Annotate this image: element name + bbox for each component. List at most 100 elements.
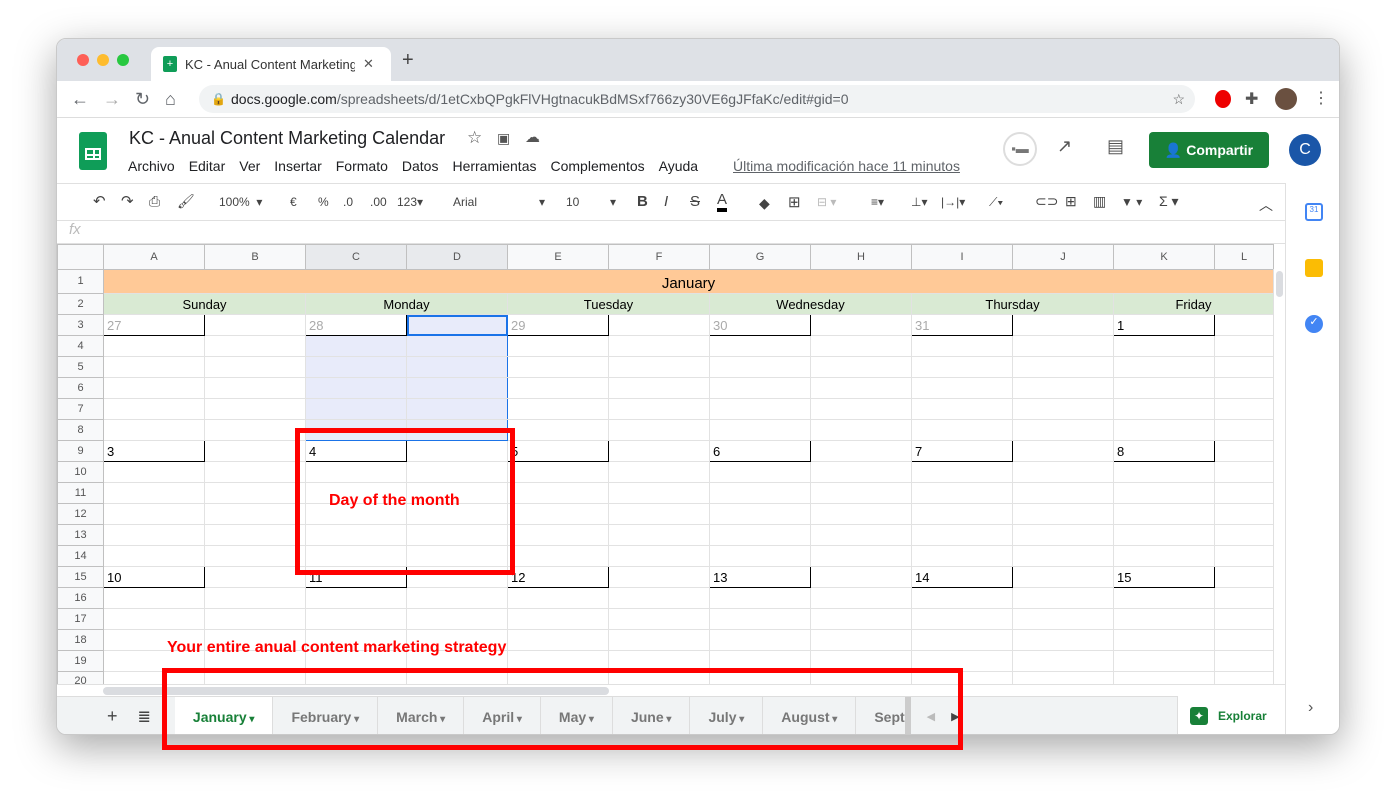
- cell[interactable]: [1214, 314, 1274, 336]
- fill-color-icon[interactable]: ◆: [759, 195, 770, 212]
- cell[interactable]: [204, 608, 306, 630]
- cell[interactable]: [103, 335, 205, 357]
- cell[interactable]: [204, 377, 306, 399]
- home-icon[interactable]: ⌂: [165, 89, 176, 110]
- column-header-D[interactable]: D: [406, 244, 508, 270]
- cell[interactable]: [507, 356, 609, 378]
- row-header-9[interactable]: 9: [57, 440, 104, 462]
- cell[interactable]: [103, 545, 205, 567]
- cell[interactable]: [911, 545, 1013, 567]
- row-header-11[interactable]: 11: [57, 482, 104, 504]
- cell[interactable]: [810, 629, 912, 651]
- insert-comment-icon[interactable]: ⊞: [1065, 193, 1077, 210]
- date-cell[interactable]: 15: [1113, 566, 1215, 588]
- print-icon[interactable]: ⎙: [149, 193, 160, 210]
- cell[interactable]: [911, 398, 1013, 420]
- cell[interactable]: [608, 398, 710, 420]
- row-header-10[interactable]: 10: [57, 461, 104, 483]
- date-cell[interactable]: 28: [305, 314, 407, 336]
- cell[interactable]: [305, 587, 407, 609]
- undo-icon[interactable]: ↶: [93, 192, 106, 210]
- cell[interactable]: [1113, 335, 1215, 357]
- bookmark-star-icon[interactable]: ☆: [1172, 85, 1185, 113]
- day-header-cell[interactable]: Friday: [1113, 293, 1274, 315]
- cell[interactable]: [507, 629, 609, 651]
- cell[interactable]: [810, 503, 912, 525]
- day-header-cell[interactable]: Thursday: [911, 293, 1114, 315]
- cell[interactable]: [709, 461, 811, 483]
- maximize-window-button[interactable]: [117, 54, 129, 66]
- cell[interactable]: [507, 524, 609, 546]
- back-icon[interactable]: ←: [71, 89, 89, 110]
- column-header-I[interactable]: I: [911, 244, 1013, 270]
- cell[interactable]: [507, 587, 609, 609]
- insert-link-icon[interactable]: ⊂⊃: [1035, 193, 1058, 210]
- cell[interactable]: [608, 335, 710, 357]
- row-header-8[interactable]: 8: [57, 419, 104, 441]
- menu-insertar[interactable]: Insertar: [274, 158, 321, 174]
- cell[interactable]: [1214, 629, 1274, 651]
- cell[interactable]: [1214, 503, 1274, 525]
- column-header-J[interactable]: J: [1012, 244, 1114, 270]
- cell[interactable]: [608, 461, 710, 483]
- cell[interactable]: [810, 482, 912, 504]
- date-cell[interactable]: 27: [103, 314, 205, 336]
- cell[interactable]: [406, 356, 508, 378]
- cloud-saved-icon[interactable]: ☁: [525, 128, 540, 146]
- document-title[interactable]: KC - Anual Content Marketing Calendar: [129, 128, 445, 149]
- filter-icon[interactable]: ▼ ▾: [1121, 195, 1142, 209]
- meet-present-icon[interactable]: ▪▬: [1003, 132, 1037, 166]
- cell[interactable]: [1012, 629, 1114, 651]
- cell[interactable]: [1012, 398, 1114, 420]
- cell[interactable]: [103, 377, 205, 399]
- reload-icon[interactable]: ↻: [135, 89, 150, 110]
- collapse-toolbar-icon[interactable]: ︿: [1259, 195, 1273, 215]
- cell[interactable]: [305, 356, 407, 378]
- cell[interactable]: [204, 335, 306, 357]
- cell[interactable]: [911, 503, 1013, 525]
- cell[interactable]: [608, 419, 710, 441]
- cell[interactable]: [507, 335, 609, 357]
- row-header-18[interactable]: 18: [57, 629, 104, 651]
- browser-menu-icon[interactable]: ⋮: [1313, 88, 1329, 108]
- close-window-button[interactable]: [77, 54, 89, 66]
- cell[interactable]: [507, 398, 609, 420]
- opera-extension-icon[interactable]: [1215, 90, 1231, 108]
- cell[interactable]: [810, 440, 912, 462]
- cell[interactable]: [709, 545, 811, 567]
- all-sheets-icon[interactable]: ≣: [138, 707, 151, 727]
- column-header-G[interactable]: G: [709, 244, 811, 270]
- menu-complementos[interactable]: Complementos: [550, 158, 644, 174]
- cell[interactable]: [103, 419, 205, 441]
- zoom-select[interactable]: 100% ▾: [219, 195, 262, 209]
- row-header-14[interactable]: 14: [57, 545, 104, 567]
- calendar-icon[interactable]: 31: [1305, 203, 1323, 221]
- cell[interactable]: [608, 587, 710, 609]
- date-cell[interactable]: 12: [507, 566, 609, 588]
- cell[interactable]: [911, 587, 1013, 609]
- cell[interactable]: [1113, 629, 1215, 651]
- account-avatar[interactable]: C: [1289, 134, 1321, 166]
- cell[interactable]: [1113, 461, 1215, 483]
- borders-icon[interactable]: ⊞: [788, 193, 801, 211]
- cell[interactable]: [1113, 524, 1215, 546]
- italic-button[interactable]: I: [664, 193, 668, 210]
- cell[interactable]: [911, 356, 1013, 378]
- cell[interactable]: [911, 629, 1013, 651]
- currency-format-button[interactable]: €: [290, 195, 297, 209]
- cell[interactable]: [1012, 314, 1114, 336]
- cell[interactable]: [810, 419, 912, 441]
- cell[interactable]: [204, 482, 306, 504]
- cell[interactable]: [305, 377, 407, 399]
- column-header-K[interactable]: K: [1113, 244, 1215, 270]
- cell[interactable]: [204, 356, 306, 378]
- cell[interactable]: [204, 461, 306, 483]
- cell[interactable]: [810, 524, 912, 546]
- cell[interactable]: [103, 398, 205, 420]
- redo-icon[interactable]: ↷: [121, 192, 134, 210]
- cell[interactable]: [1012, 545, 1114, 567]
- increase-decimals-button[interactable]: .00: [370, 195, 387, 209]
- column-header-B[interactable]: B: [204, 244, 306, 270]
- cell[interactable]: [709, 524, 811, 546]
- row-header-16[interactable]: 16: [57, 587, 104, 609]
